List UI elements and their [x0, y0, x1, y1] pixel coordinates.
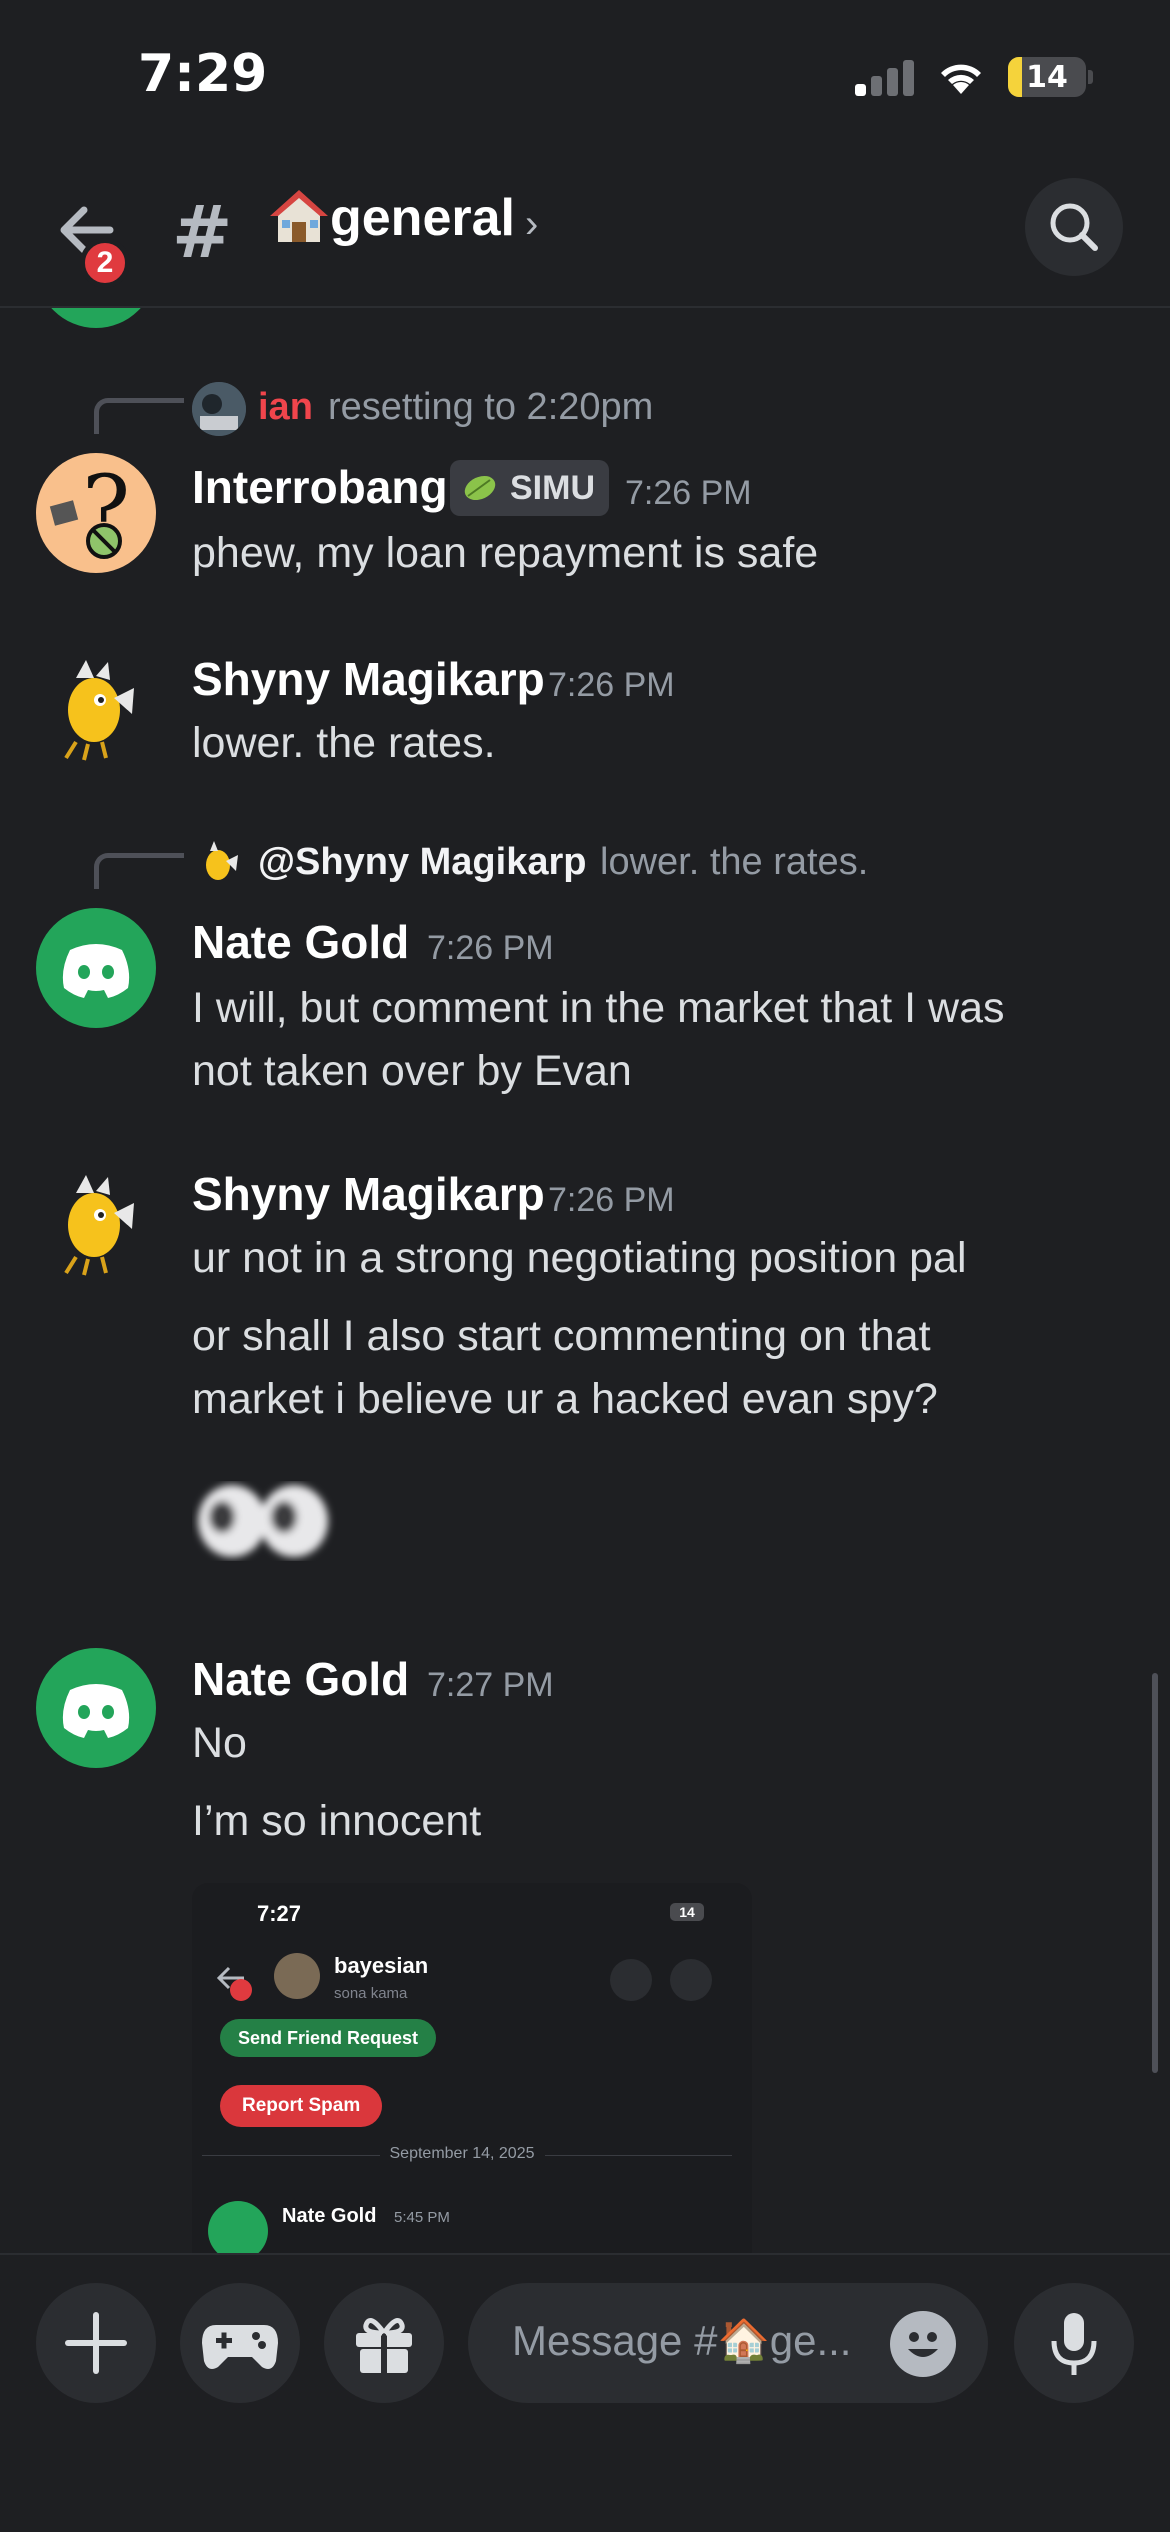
reply-author[interactable]: ian: [258, 386, 313, 429]
message-list[interactable]: ian resetting to 2:20pm ? Interrobang SI…: [0, 308, 1170, 2253]
smiley-icon: [908, 2332, 938, 2357]
attachment-timestamp: 5:45 PM: [394, 2209, 450, 2226]
role-tag-label: SIMU: [510, 469, 595, 507]
attachment-date-divider: September 14, 2025: [192, 2145, 732, 2163]
message-text[interactable]: not taken over by Evan: [192, 1040, 632, 1103]
channel-hash-icon: #: [172, 190, 233, 274]
attachment-status-time: 7:27: [257, 1901, 302, 1926]
reply-preview[interactable]: lower. the rates.: [600, 841, 868, 884]
leaf-icon: [464, 475, 496, 501]
image-attachment[interactable]: 7:27 14 bayesian sona kama Send Friend R…: [192, 1883, 752, 2253]
attachment-dm-name: bayesian: [334, 1953, 429, 1978]
scrollbar[interactable]: [1152, 1673, 1158, 2073]
avatar[interactable]: [36, 1648, 156, 1768]
message-author[interactable]: Nate Gold: [192, 1652, 409, 1706]
message-composer: Message #🏠ge...: [0, 2253, 1170, 2532]
message-text[interactable]: I’m so innocent: [192, 1790, 481, 1853]
message-timestamp: 7:26 PM: [625, 474, 752, 512]
discord-logo-icon: [62, 944, 130, 998]
gift-icon: [356, 2318, 412, 2373]
emoji-button[interactable]: [890, 2311, 956, 2377]
status-time: 7:29: [138, 44, 268, 104]
search-button[interactable]: [1025, 178, 1123, 276]
avatar[interactable]: [36, 308, 156, 328]
attachment-report-spam: Report Spam: [220, 2085, 383, 2127]
avatar[interactable]: [36, 908, 156, 1028]
message-author[interactable]: Shyny Magikarp: [192, 652, 545, 706]
message-text[interactable]: ur not in a strong negotiating position …: [192, 1227, 967, 1290]
battery-level: 14: [1026, 60, 1068, 95]
message-timestamp: 7:26 PM: [427, 929, 554, 967]
plus-icon: [65, 2312, 127, 2374]
message-text[interactable]: or shall I also start commenting on that: [192, 1305, 931, 1368]
channel-header: 2 # general ›: [0, 150, 1170, 308]
wifi-icon: [941, 64, 981, 94]
message-timestamp: 7:26 PM: [548, 666, 675, 704]
message-text[interactable]: lower. the rates.: [192, 712, 496, 775]
reply-connector: [94, 398, 184, 434]
gamepad-icon: [202, 2325, 278, 2369]
discord-logo-icon: [62, 1684, 130, 1738]
message-timestamp: 7:26 PM: [548, 1181, 675, 1219]
reply-connector: [94, 853, 184, 889]
attachment-call-icon: [610, 1959, 652, 2001]
message-text[interactable]: No: [192, 1712, 247, 1775]
message-timestamp: 7:27 PM: [427, 1666, 554, 1704]
message-author[interactable]: Shyny Magikarp: [192, 1167, 545, 1221]
add-attachment-button[interactable]: [36, 2283, 156, 2403]
message-text[interactable]: phew, my loan repayment is safe: [192, 522, 818, 585]
reply-avatar: [192, 837, 246, 891]
attachment-badge: [230, 1979, 252, 2001]
attachment-author: Nate Gold: [282, 2205, 377, 2227]
battery-icon: 14: [1008, 57, 1086, 97]
message-input[interactable]: Message #🏠ge...: [468, 2283, 988, 2403]
activities-button[interactable]: [180, 2283, 300, 2403]
microphone-icon: [1051, 2313, 1097, 2375]
role-tag[interactable]: SIMU: [450, 460, 609, 516]
voice-message-button[interactable]: [1014, 2283, 1134, 2403]
attachment-dm-subtitle: sona kama: [334, 1985, 408, 2002]
avatar[interactable]: [36, 648, 156, 768]
chevron-right-icon[interactable]: ›: [525, 202, 538, 247]
eyes-emoji-icon[interactable]: [192, 1481, 337, 1561]
reply-avatar: [192, 382, 246, 436]
house-emoji-icon: [270, 190, 328, 242]
message-input-placeholder: Message #🏠ge...: [512, 2317, 852, 2364]
avatar[interactable]: ?: [36, 453, 156, 573]
avatar[interactable]: [36, 1163, 156, 1283]
unread-badge: 2: [80, 238, 130, 288]
channel-name[interactable]: general: [330, 188, 515, 248]
attachment-friend-request: Send Friend Request: [220, 2019, 437, 2057]
attachment-avatar: [274, 1953, 320, 1999]
attachment-video-icon: [670, 1959, 712, 2001]
reply-preview[interactable]: resetting to 2:20pm: [328, 386, 653, 429]
message-text[interactable]: market i believe ur a hacked evan spy?: [192, 1368, 938, 1431]
attachment-battery: 14: [670, 1903, 704, 1921]
message-author[interactable]: Interrobang: [192, 460, 448, 514]
status-bar: 7:29 14: [0, 0, 1170, 150]
cellular-signal-icon: [855, 58, 915, 96]
attachment-author-avatar: [208, 2201, 268, 2253]
gift-button[interactable]: [324, 2283, 444, 2403]
reply-author[interactable]: @Shyny Magikarp: [258, 841, 586, 884]
message-text[interactable]: I will, but comment in the market that I…: [192, 977, 1005, 1040]
search-icon: [1050, 203, 1098, 251]
message-author[interactable]: Nate Gold: [192, 915, 409, 969]
